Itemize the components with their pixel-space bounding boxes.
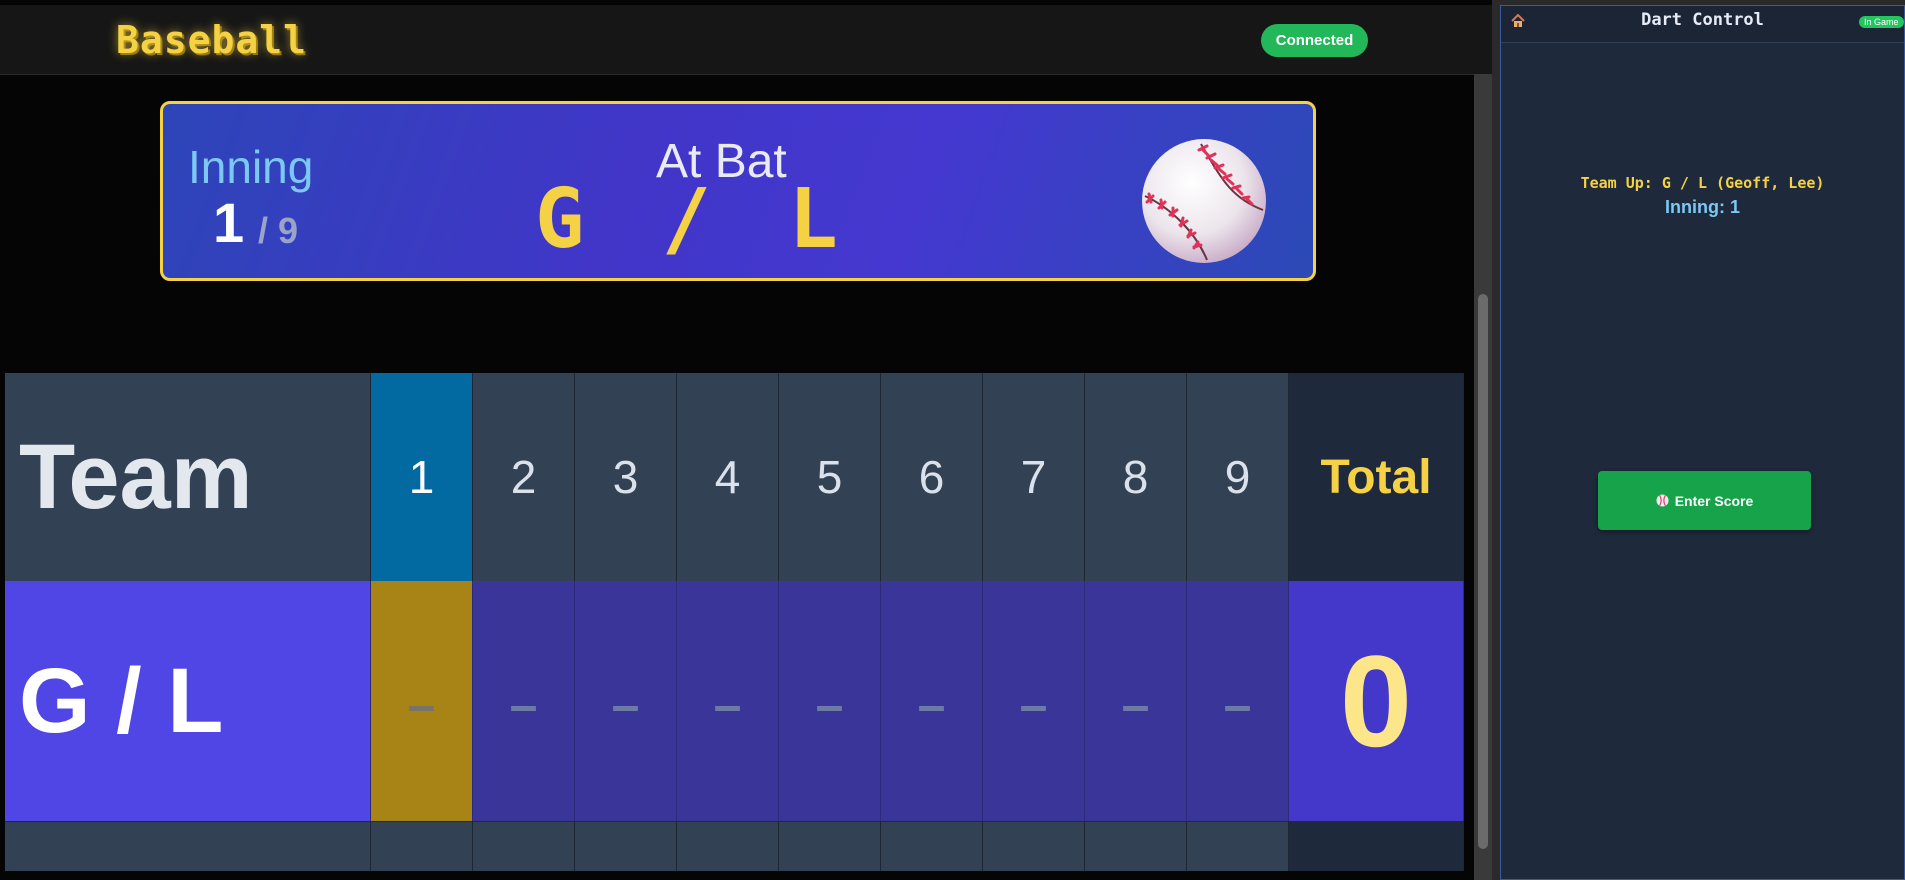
enter-score-label: Enter Score (1674, 492, 1754, 509)
connection-status-badge: Connected (1261, 24, 1368, 57)
enter-score-button[interactable]: Enter Score (1598, 471, 1811, 530)
inning-current: 1 (213, 191, 245, 254)
score-cell-inning-5: – (779, 581, 881, 821)
next-row-cell (779, 821, 881, 871)
inning-header-2: 2 (473, 373, 575, 581)
inning-header-9: 9 (1187, 373, 1289, 581)
vertical-scrollbar[interactable] (1474, 74, 1492, 880)
score-cell-inning-1: – (371, 581, 473, 821)
score-cell-inning-8: – (1085, 581, 1187, 821)
total-header: Total (1289, 373, 1464, 581)
team-total: 0 (1289, 581, 1464, 821)
next-row-team-cell (5, 821, 371, 871)
next-row-cell (983, 821, 1085, 871)
score-cell-inning-9: – (1187, 581, 1289, 821)
next-row-cell (1085, 821, 1187, 871)
top-bar: Baseball Connected (0, 5, 1492, 75)
team-name: G / L (5, 581, 371, 821)
in-game-badge: In Game (1859, 16, 1904, 28)
inning-header-4: 4 (677, 373, 779, 581)
score-cell-inning-6: – (881, 581, 983, 821)
score-cell-inning-3: – (575, 581, 677, 821)
inning-header-8: 8 (1085, 373, 1187, 581)
inning-header-6: 6 (881, 373, 983, 581)
team-up-text: Team Up: G / L (Geoff, Lee) (1580, 174, 1825, 192)
scoreboard-header-row: Team 1 2 3 4 5 6 7 8 9 Total (5, 373, 1466, 581)
baseball-icon (1656, 494, 1669, 507)
game-banner: Inning 1 / 9 At Bat G / L (160, 101, 1316, 281)
baseball-icon (1142, 139, 1266, 263)
next-row-cell (371, 821, 473, 871)
inning-header-3: 3 (575, 373, 677, 581)
score-cell-inning-2: – (473, 581, 575, 821)
next-row-total-cell (1289, 821, 1464, 871)
score-cell-inning-4: – (677, 581, 779, 821)
scoreboard-next-row (5, 821, 1466, 871)
at-bat-team: G / L (535, 172, 852, 267)
inning-header-7: 7 (983, 373, 1085, 581)
inning-info: Inning: 1 (1665, 197, 1740, 217)
panel-title: Dart Control (1641, 10, 1764, 30)
inning-header-5: 5 (779, 373, 881, 581)
app-logo: Baseball (116, 18, 308, 62)
inning-total: / 9 (258, 210, 299, 251)
scoreboard: Team 1 2 3 4 5 6 7 8 9 Total G / L – – –… (5, 373, 1466, 871)
inning-header-1: 1 (371, 373, 473, 581)
next-row-cell (1187, 821, 1289, 871)
panel-header: Dart Control In Game (1501, 6, 1904, 43)
team-header: Team (5, 373, 371, 581)
next-row-cell (881, 821, 983, 871)
next-row-cell (677, 821, 779, 871)
score-cell-inning-7: – (983, 581, 1085, 821)
game-window: Baseball Connected Inning 1 / 9 At Bat G… (0, 0, 1492, 880)
next-row-cell (473, 821, 575, 871)
team-row: G / L – – – – – – – – – 0 (5, 581, 1466, 821)
dart-control-panel: Dart Control In Game Team Up: G / L (Geo… (1500, 5, 1905, 880)
scrollbar-thumb[interactable] (1478, 294, 1488, 849)
next-row-cell (575, 821, 677, 871)
inning-label: Inning (188, 141, 314, 193)
